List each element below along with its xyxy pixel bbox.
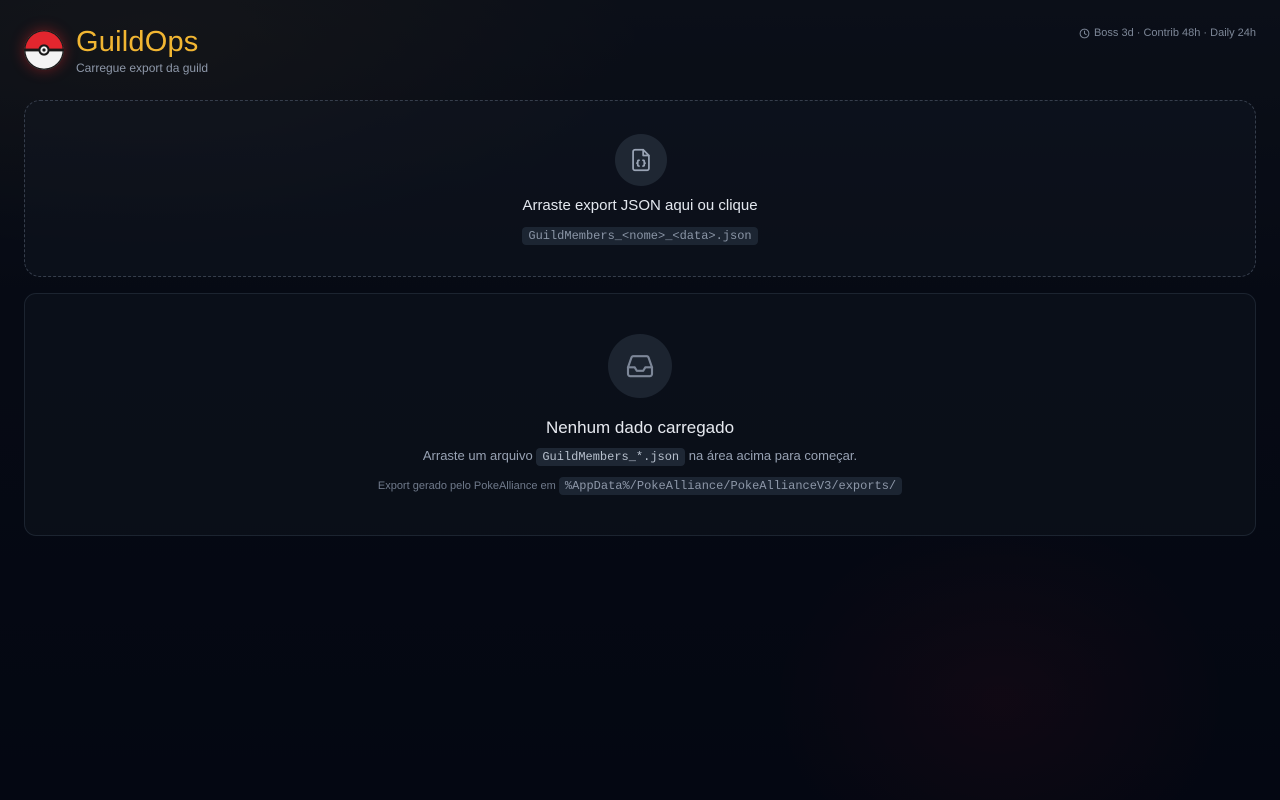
reset-timers-text: Boss 3d · Contrib 48h · Daily 24h	[1093, 27, 1256, 39]
inbox-icon	[608, 334, 672, 398]
empty-desc-filename: GuildMembers_*.json	[536, 448, 686, 466]
empty-desc-text-before: Arraste um arquivo	[422, 448, 533, 463]
export-note-text: Export gerado pelo PokeAlliance em	[377, 480, 556, 492]
empty-state-description: Arraste um arquivo GuildMembers_*.json n…	[25, 447, 1255, 466]
app-title: GuildOps	[76, 26, 199, 58]
app-subtitle: Carregue export da guild	[76, 61, 209, 75]
json-dropzone[interactable]: Arraste export JSON aqui ou clique Guild…	[24, 100, 1256, 277]
dropzone-title: Arraste export JSON aqui ou clique	[522, 197, 758, 214]
file-json-icon	[615, 134, 667, 186]
reset-timers: Boss 3d · Contrib 48h · Daily 24h	[1079, 26, 1256, 40]
pokeball-icon	[24, 30, 64, 70]
app-header: GuildOps Carregue export da guild Boss 3…	[24, 24, 1256, 80]
export-location-note: Export gerado pelo PokeAlliance em %AppD…	[25, 477, 1255, 495]
empty-state-title: Nenhum dado carregado	[545, 418, 735, 437]
dropzone-filename-hint: GuildMembers_<nome>_<data>.json	[522, 227, 758, 245]
empty-state-card: Nenhum dado carregado Arraste um arquivo…	[24, 293, 1256, 536]
empty-desc-text-after: na área acima para começar.	[688, 448, 858, 463]
export-path: %AppData%/PokeAlliance/PokeAllianceV3/ex…	[558, 477, 903, 495]
clock-icon	[1079, 28, 1090, 39]
